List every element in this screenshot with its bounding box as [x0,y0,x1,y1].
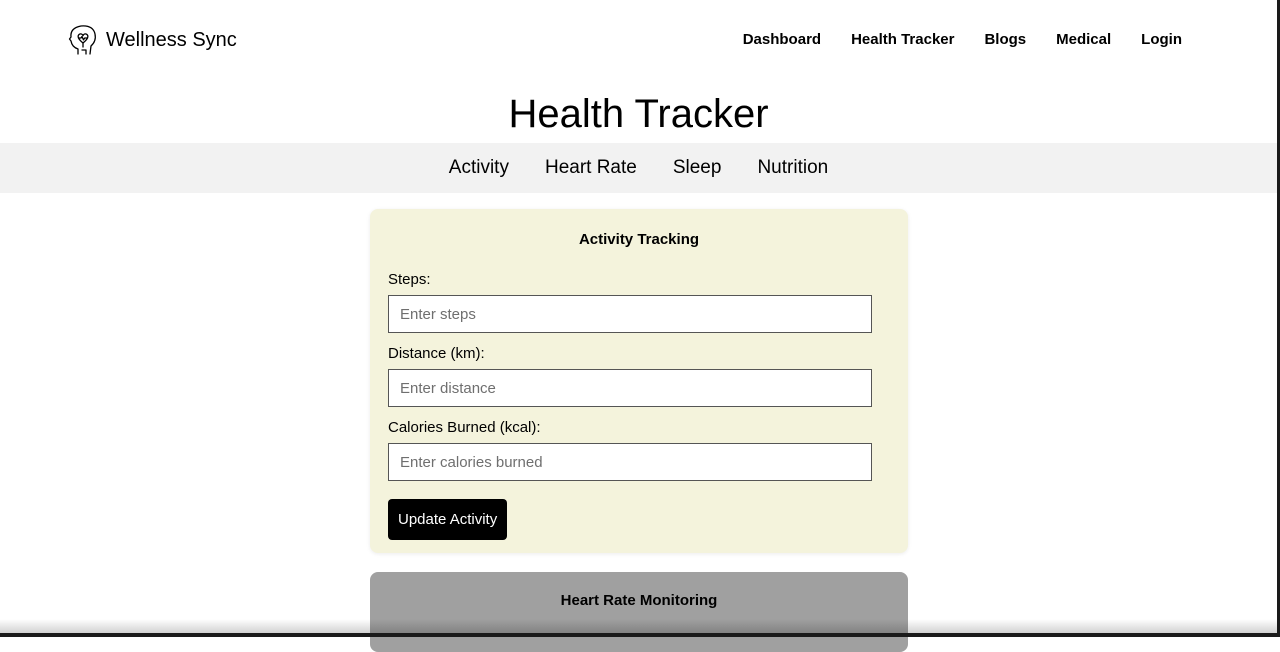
steps-label: Steps: [388,271,431,288]
nav-blogs[interactable]: Blogs [984,31,1026,48]
nav-health-tracker[interactable]: Health Tracker [851,31,954,48]
brand-name: Wellness Sync [106,28,237,51]
distance-input[interactable] [388,369,872,407]
nav-dashboard[interactable]: Dashboard [743,31,821,48]
calories-label: Calories Burned (kcal): [388,419,541,436]
activity-tracking-card: Activity Tracking Steps: Distance (km): … [370,209,908,553]
activity-card-title: Activity Tracking [578,231,700,248]
update-activity-button[interactable]: Update Activity [388,499,508,540]
page-title: Health Tracker [508,92,769,136]
tab-heart-rate[interactable]: Heart Rate [545,157,637,179]
distance-label: Distance (km): [388,345,485,362]
window-bottom-edge [0,633,1280,637]
heart-rate-card-title: Heart Rate Monitoring [560,592,718,609]
head-heart-icon [68,25,96,55]
calories-input[interactable] [388,443,872,481]
steps-input[interactable] [388,295,872,333]
window-bottom-shadow [0,619,1277,633]
brand-logo[interactable]: Wellness Sync [68,24,237,56]
tab-nutrition[interactable]: Nutrition [757,157,828,179]
nav-login[interactable]: Login [1141,31,1182,48]
top-nav: Dashboard Health Tracker Blogs Medical L… [743,31,1182,48]
tab-sleep[interactable]: Sleep [673,157,722,179]
tracker-tabs: Activity Heart Rate Sleep Nutrition [0,143,1277,193]
tab-activity[interactable]: Activity [449,157,509,179]
heart-rate-card: Heart Rate Monitoring [370,572,908,652]
nav-medical[interactable]: Medical [1056,31,1111,48]
